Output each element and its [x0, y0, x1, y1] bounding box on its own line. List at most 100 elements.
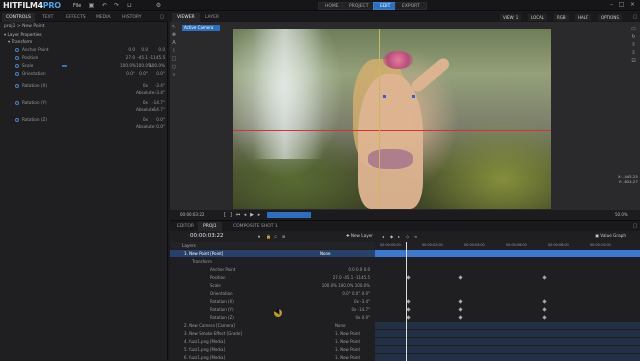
viewer-up-icon[interactable]: ⇧: [630, 42, 637, 49]
zoom-tool-icon[interactable]: ⌕: [171, 72, 177, 78]
keyframe[interactable]: [458, 275, 463, 280]
resolution-select[interactable]: HALF: [575, 14, 592, 21]
layer-bar[interactable]: [375, 338, 640, 345]
transform-section[interactable]: ▾ Transform: [0, 39, 168, 45]
keyframe-toggle-icon[interactable]: [15, 48, 19, 52]
layer-bar[interactable]: [375, 330, 640, 337]
options-select[interactable]: OPTIONS: [598, 14, 622, 21]
tab-viewer[interactable]: VIEWER: [172, 13, 200, 22]
redo-icon[interactable]: ↷: [113, 2, 120, 9]
tracking-point-handle[interactable]: [412, 95, 415, 98]
layer-bar[interactable]: [375, 250, 640, 257]
slice-tool-icon[interactable]: ⌇: [171, 48, 177, 54]
record-icon[interactable]: ⏺: [258, 233, 260, 240]
nav-tab-project[interactable]: PROJECT: [342, 2, 376, 10]
tracking-point-handle[interactable]: [383, 95, 386, 98]
interpolation-icon[interactable]: ◇: [406, 233, 409, 240]
skip-start-icon[interactable]: ⏮: [235, 212, 241, 218]
keyframe-toggle-icon[interactable]: [15, 64, 19, 68]
settings-gear-icon[interactable]: ⚙: [155, 2, 162, 9]
keyframe-toggle-icon[interactable]: [15, 118, 19, 122]
tab-effects[interactable]: EFFECTS: [62, 13, 90, 22]
space-select[interactable]: LOCAL: [528, 14, 547, 21]
viewer-zoom-level[interactable]: 50.0%: [615, 212, 628, 217]
lock-icon[interactable]: 🔒: [266, 233, 271, 240]
add-keyframe-icon[interactable]: ◆: [390, 233, 393, 240]
channel-select[interactable]: RGB: [554, 14, 569, 21]
track-scale[interactable]: Scale 100.0% 100.0% 100.0%: [170, 282, 640, 289]
keyframe[interactable]: [406, 299, 411, 304]
timeline-timecode[interactable]: 00:00:03:22: [190, 233, 224, 239]
grid-icon[interactable]: ⊞: [282, 233, 285, 240]
step-back-icon[interactable]: ◂: [242, 212, 248, 218]
out-point-icon[interactable]: ]: [228, 212, 234, 218]
track-rotation-y[interactable]: Rotation (Y) 0x -14.7°: [170, 306, 640, 313]
pan-tool-icon[interactable]: ✥: [171, 32, 177, 38]
keyframe[interactable]: [542, 299, 547, 304]
tab-layer[interactable]: LAYER: [200, 13, 224, 22]
tab-editor[interactable]: EDITOR: [172, 222, 199, 231]
track-lane[interactable]: [375, 290, 640, 297]
layer-bar[interactable]: [375, 322, 640, 329]
keyframe-toggle-icon[interactable]: [15, 56, 19, 60]
layer-properties-section[interactable]: ▾ Layer Properties: [0, 32, 168, 38]
undo-icon[interactable]: ↶: [101, 2, 108, 9]
prev-keyframe-icon[interactable]: ◂: [382, 233, 384, 240]
nav-tab-export[interactable]: EXPORT: [395, 2, 427, 10]
active-camera-select[interactable]: Active Camera: [182, 25, 220, 31]
keyframe[interactable]: [542, 275, 547, 280]
layer-row-new-camera[interactable]: 2. New Camera [Camera] None: [170, 322, 640, 329]
tab-media[interactable]: MEDIA: [92, 13, 115, 22]
video-frame[interactable]: [233, 29, 551, 209]
track-position[interactable]: Position 27.0 -45.1 -1145.5: [170, 274, 640, 281]
loop-icon[interactable]: ∞: [414, 233, 417, 240]
snap-icon[interactable]: ⊔: [126, 2, 133, 9]
layer-row-fuzz1-b[interactable]: 5. fuzz1.png [Media] 1. New Point: [170, 346, 640, 353]
keyframe[interactable]: [406, 307, 411, 312]
prop-row-scale[interactable]: Scale 100.0% 100.0% 100.0%: [0, 63, 168, 69]
keyframe[interactable]: [406, 275, 411, 280]
step-forward-icon[interactable]: ▸: [256, 212, 262, 218]
select-tool-icon[interactable]: ↖: [171, 24, 177, 30]
layer-row-smoke-effect[interactable]: 3. New Smoke Effect [Grade] 1. New Point: [170, 330, 640, 337]
prop-row-rotation-z[interactable]: Rotation (Z) 0x 0.0°: [0, 117, 168, 123]
mask-tool-icon[interactable]: □: [171, 56, 177, 62]
keyframe[interactable]: [542, 315, 547, 320]
track-lane[interactable]: [375, 314, 640, 321]
layer-bar[interactable]: [375, 346, 640, 353]
play-icon[interactable]: ▶: [249, 212, 255, 218]
layer-row-new-point[interactable]: 1. New Point [Point] None: [170, 250, 640, 257]
playhead[interactable]: [406, 242, 407, 361]
prop-row-orientation[interactable]: Orientation 0.0° 0.0° 0.0°: [0, 71, 168, 77]
panel-maximize-icon[interactable]: ▢: [631, 222, 639, 230]
new-layer-button[interactable]: ✚ New Layer: [346, 233, 373, 238]
keyframe[interactable]: [458, 307, 463, 312]
track-lane[interactable]: [375, 306, 640, 313]
viewer-overlay-icon[interactable]: ▭: [630, 26, 637, 33]
tab-proj1[interactable]: PROJ1: [198, 222, 222, 231]
prop-row-rotation-x[interactable]: Rotation (X) 0x -3.4°: [0, 83, 168, 89]
panel-maximize-icon[interactable]: ▢: [631, 13, 639, 21]
playback-progress-bar[interactable]: [267, 212, 311, 218]
tab-controls[interactable]: CONTROLS: [2, 13, 35, 22]
viewer-down-icon[interactable]: ⇩: [630, 50, 637, 57]
layer-row-fuzz1-a[interactable]: 4. fuzz1.png [Media] 1. New Point: [170, 338, 640, 345]
transform-row[interactable]: Transform: [170, 258, 640, 265]
track-anchor-point[interactable]: Anchor Point 0.0 0.0 0.0: [170, 266, 640, 273]
save-icon[interactable]: ▣: [88, 2, 95, 9]
ellipse-tool-icon[interactable]: ○: [171, 64, 177, 70]
tab-text[interactable]: TEXT: [38, 13, 57, 22]
keyframe[interactable]: [542, 307, 547, 312]
file-menu[interactable]: File: [73, 3, 81, 9]
track-orientation[interactable]: Orientation 0.0° 0.0° 0.0°: [170, 290, 640, 297]
next-keyframe-icon[interactable]: ▸: [398, 233, 400, 240]
track-rotation-x[interactable]: Rotation (X) 0x -3.4°: [170, 298, 640, 305]
maximize-icon[interactable]: □: [617, 1, 626, 9]
text-tool-icon[interactable]: A: [171, 40, 177, 46]
prop-row-rotation-y[interactable]: Rotation (Y) 0x -14.7°: [0, 100, 168, 106]
panel-maximize-icon[interactable]: ▢: [158, 13, 166, 21]
tab-composite-shot-1[interactable]: COMPOSITE SHOT 1: [228, 222, 283, 231]
prop-row-position[interactable]: Position 27.0 -45.1 -1145.5: [0, 55, 168, 61]
keyframe[interactable]: [458, 299, 463, 304]
track-rotation-z[interactable]: Rotation (Z) 0x 0.0°: [170, 314, 640, 321]
